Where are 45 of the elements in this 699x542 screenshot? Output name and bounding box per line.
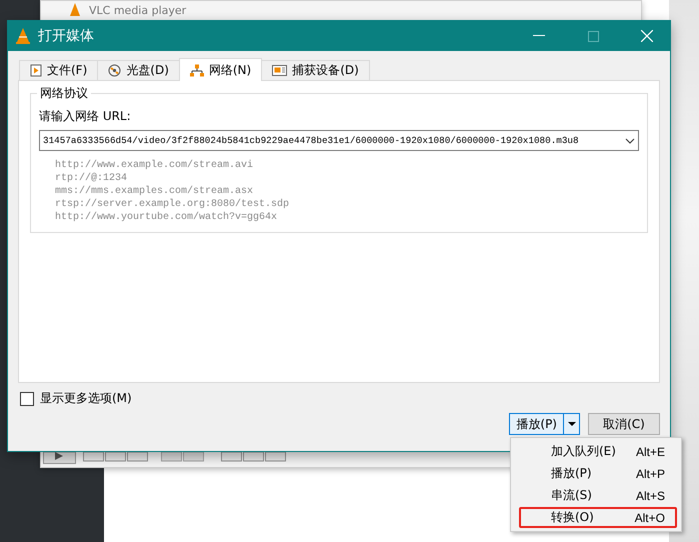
chevron-down-icon (625, 138, 635, 144)
example-url: mms://mms.examples.com/stream.asx (55, 185, 254, 198)
disc-icon (108, 64, 122, 77)
menu-label: 转换(O) (551, 509, 594, 526)
tab-label: 光盘(D) (126, 62, 169, 79)
example-url: rtp://@:1234 (55, 172, 128, 185)
network-icon (190, 64, 204, 76)
shortcut-label: Alt+O (634, 510, 665, 524)
capture-card-icon (272, 64, 288, 77)
menu-label: 播放(P) (551, 465, 592, 482)
cancel-button[interactable]: 取消(C) (588, 413, 660, 435)
cone-icon (16, 28, 30, 44)
example-url: http://www.yourtube.com/watch?v=gg64x (55, 211, 278, 224)
menu-label: 加入队列(E) (551, 443, 616, 460)
menu-item[interactable]: 加入队列(E) Alt+E (519, 441, 677, 462)
tab[interactable]: 捕获设备(D) (261, 60, 370, 81)
menu-item[interactable]: 串流(S) Alt+S (519, 485, 677, 506)
menu-label: 串流(S) (551, 487, 592, 504)
shortcut-label: Alt+E (636, 444, 665, 458)
dropdown-button[interactable] (563, 414, 579, 434)
menu-item[interactable]: 转换(O) Alt+O (519, 507, 677, 528)
window-title: 打开媒体 (38, 27, 95, 45)
group-title: 网络协议 (37, 85, 91, 102)
example-url: rtsp://server.example.org:8080/test.sdp (55, 198, 290, 211)
example-url: http://www.example.com/stream.avi (55, 159, 254, 172)
minimize-icon (533, 35, 545, 37)
tab-label: 网络(N) (208, 62, 252, 78)
tab[interactable]: 文件(F) (19, 60, 98, 81)
play-button[interactable]: 播放(P) (510, 414, 563, 434)
maximize-icon (588, 30, 598, 42)
shortcut-label: Alt+P (636, 466, 665, 480)
window-title: VLC media player (89, 4, 186, 17)
close-icon (641, 30, 653, 42)
caret-icon (568, 422, 576, 426)
menu-item[interactable]: 播放(P) Alt+P (519, 463, 677, 484)
field-label: 请输入网络 URL: (39, 108, 132, 125)
cone-icon (69, 3, 81, 17)
shortcut-label: Alt+S (636, 488, 665, 502)
checkbox-label: 显示更多选项(M) (40, 390, 132, 407)
tab-label: 文件(F) (47, 62, 88, 79)
tab-label: 捕获设备(D) (292, 62, 359, 79)
tab[interactable]: 网络(N) (178, 58, 262, 81)
url-combo-field[interactable]: 31457a6333566d54/video/3f2f88024b5841cb9229ae4478be31e1/6000000-1920x1080/6000000-1920x1080.m3u8 (39, 130, 639, 151)
play-file-icon (30, 64, 42, 77)
checkbox[interactable] (20, 392, 34, 406)
